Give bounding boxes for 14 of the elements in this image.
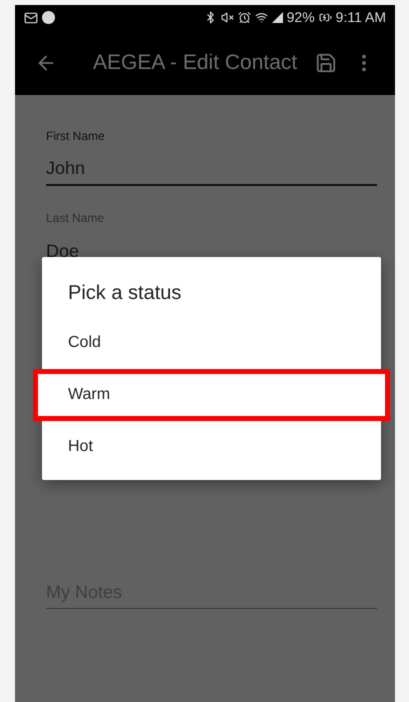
mail-icon — [24, 10, 38, 24]
field-label: First Name — [46, 128, 106, 144]
status-option[interactable]: Cold — [42, 317, 381, 369]
save-icon[interactable] — [315, 52, 337, 74]
clock-time: 9:11 AM — [336, 8, 386, 27]
battery-percent: 92% — [286, 8, 315, 27]
dialog-title: Pick a status — [67, 281, 182, 306]
status-option[interactable]: Warm — [33, 369, 390, 421]
battery-icon — [318, 11, 332, 24]
alarm-icon — [238, 11, 251, 24]
status-option[interactable]: Hot — [42, 421, 381, 473]
signal-icon — [272, 12, 283, 23]
mute-icon — [220, 11, 234, 24]
app-bar-title: AEGEA - Edit Contact — [93, 50, 298, 76]
